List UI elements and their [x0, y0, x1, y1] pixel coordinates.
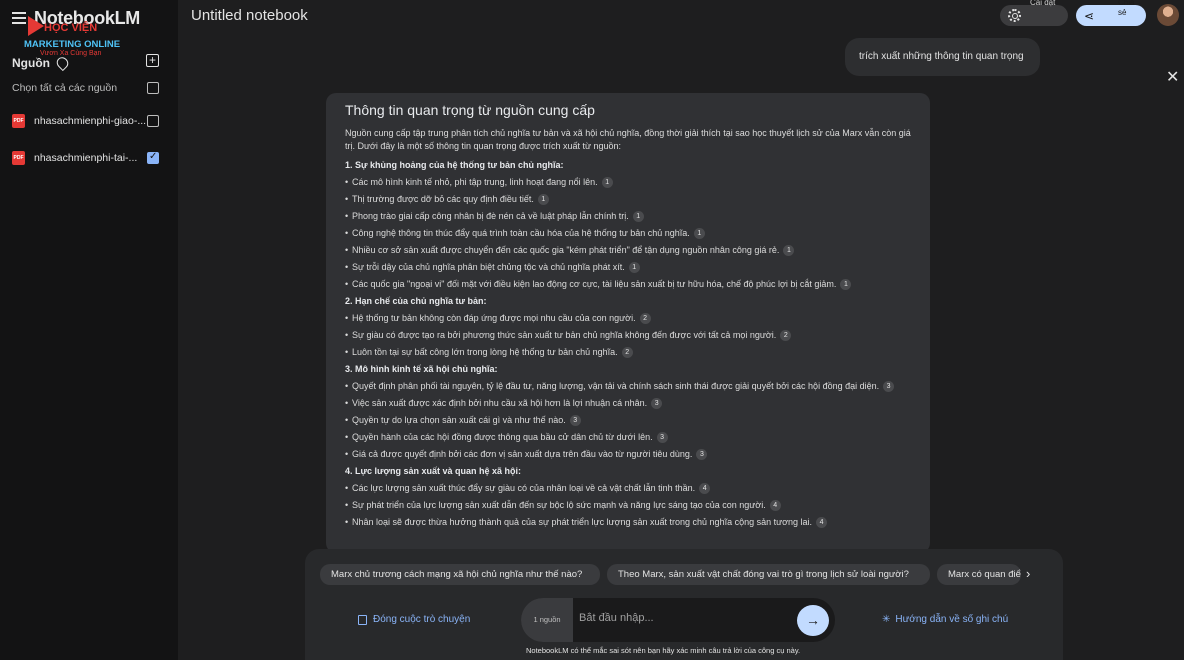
citation-badge[interactable]: 1 — [840, 279, 852, 290]
answer-card: Thông tin quan trọng từ nguồn cung cấp N… — [326, 93, 930, 553]
source-count: 1 nguồn — [521, 598, 573, 642]
section-title: 2. Hạn chế của chủ nghĩa tư bản: — [345, 296, 487, 306]
save-icon — [358, 614, 367, 625]
section-title: 1. Sự khủng hoảng của hệ thống tư bản ch… — [345, 160, 564, 170]
list-item: Việc sản xuất được xác định bởi nhu cầu … — [345, 395, 912, 412]
settings-button[interactable] — [1000, 5, 1068, 26]
citation-badge[interactable]: 4 — [699, 483, 711, 494]
list-item: Quyền hành của các hội đồng được thông q… — [345, 429, 912, 446]
sidebar: NotebookLM HỌC VIỆN MARKETING ONLINE Vươ… — [0, 0, 178, 660]
user-message: trích xuất những thông tin quan trọng — [845, 38, 1040, 76]
play-logo-icon — [28, 16, 44, 36]
answer-title: Thông tin quan trọng từ nguồn cung cấp — [345, 102, 595, 118]
source-checkbox[interactable] — [147, 115, 159, 127]
citation-badge[interactable]: 1 — [632, 211, 644, 222]
sparkle-icon: ✳ — [882, 614, 891, 625]
list-item: Quyết định phân phối tài nguyên, tỷ lệ đ… — [345, 378, 912, 395]
citation-badge[interactable]: 2 — [780, 330, 792, 341]
citation-badge[interactable]: 4 — [769, 500, 781, 511]
citation-badge[interactable]: 4 — [816, 517, 828, 528]
suggestion-chip[interactable]: Marx có quan điểm gì — [937, 564, 1021, 585]
notebook-title[interactable]: Untitled notebook — [191, 7, 308, 24]
source-name: nhasachmienphi-tai-... — [34, 152, 138, 164]
disclaimer: NotebookLM có thể mắc sai sót nên bạn hã… — [526, 646, 801, 655]
citation-badge[interactable]: 1 — [783, 245, 795, 256]
citation-badge[interactable]: 1 — [537, 194, 549, 205]
list-item: Luôn tồn tại sự bất công lớn trong lòng … — [345, 344, 912, 361]
add-source-button[interactable]: + — [146, 54, 159, 67]
notes-guide-label: Hướng dẫn về số ghi chú — [895, 614, 1009, 625]
source-item[interactable]: PDF nhasachmienphi-tai-... — [12, 151, 137, 165]
list-item: Giá cả được quyết định bởi các đơn vị sả… — [345, 446, 912, 463]
list-item: Các mô hình kinh tế nhỏ, phi tập trung, … — [345, 174, 912, 191]
list-item: Sự phát triển của lực lượng sản xuất dẫn… — [345, 497, 912, 514]
sources-heading: Nguồn — [12, 54, 71, 72]
save-chat-label: Đóng cuộc trò chuyện — [373, 614, 471, 625]
chevron-right-icon[interactable]: › — [1026, 566, 1030, 581]
chat-input-box: 1 nguồn → — [521, 598, 835, 642]
list-item: Hệ thống tư bản không còn đáp ứng được m… — [345, 310, 912, 327]
chat-input[interactable] — [579, 612, 789, 624]
logo-line-2: MARKETING ONLINE — [24, 39, 121, 50]
settings-label: Cài đặt — [1030, 0, 1056, 7]
list-item: Nhiều cơ sở sản xuất được chuyển đến các… — [345, 242, 912, 259]
list-item: Thị trường được dỡ bỏ các quy định điều … — [345, 191, 912, 208]
avatar[interactable] — [1157, 4, 1179, 26]
notes-guide-button[interactable]: ✳ Hướng dẫn về số ghi chú — [882, 614, 1008, 625]
list-item: Sự giàu có được tạo ra bởi phương thức s… — [345, 327, 912, 344]
list-item: Quyền tự do lựa chọn sản xuất cái gì và … — [345, 412, 912, 429]
citation-badge[interactable]: 2 — [639, 313, 651, 324]
list-item: Phong trào giai cấp công nhân bị đè nén … — [345, 208, 912, 225]
citation-badge[interactable]: 3 — [651, 398, 663, 409]
citation-badge[interactable]: 3 — [656, 432, 668, 443]
citation-badge[interactable]: 3 — [569, 415, 581, 426]
pdf-icon: PDF — [12, 151, 25, 165]
sources-title: Nguồn — [12, 56, 50, 70]
suggestion-chip[interactable]: Theo Marx, sản xuất vật chất đóng vai tr… — [607, 564, 930, 585]
pdf-icon: PDF — [12, 114, 25, 128]
citation-badge[interactable]: 2 — [621, 347, 633, 358]
section-title: 3. Mô hình kinh tế xã hội chủ nghĩa: — [345, 364, 498, 374]
source-name: nhasachmienphi-giao-... — [34, 115, 147, 127]
list-item: Sự trỗi dậy của chủ nghĩa phân biệt chủn… — [345, 259, 912, 276]
list-item: Nhân loại sẽ được thừa hưởng thành quả c… — [345, 514, 912, 531]
source-item[interactable]: PDF nhasachmienphi-giao-... — [12, 114, 146, 128]
save-chat-button[interactable]: Đóng cuộc trò chuyện — [358, 614, 470, 625]
share-icon: ⋖ — [1084, 9, 1095, 23]
list-item: Các quốc gia "ngoại vi" đối mặt với điều… — [345, 276, 912, 293]
logo-line-1: HỌC VIỆN — [44, 22, 98, 34]
citation-badge[interactable]: 3 — [696, 449, 708, 460]
close-icon[interactable]: ✕ — [1166, 67, 1179, 87]
citation-badge[interactable]: 1 — [628, 262, 640, 273]
list-item: Các lực lượng sản xuất thúc đẩy sự giàu … — [345, 480, 912, 497]
source-checkbox-checked[interactable] — [147, 151, 159, 164]
watermark-logo: HỌC VIỆN MARKETING ONLINE Vươn Xa Cùng B… — [24, 14, 134, 60]
citation-badge[interactable]: 3 — [883, 381, 895, 392]
select-all-label: Chọn tất cả các nguồn — [12, 82, 118, 94]
gear-icon — [1008, 9, 1021, 22]
answer-intro: Nguồn cung cấp tập trung phân tích chủ n… — [345, 128, 911, 151]
select-all-checkbox[interactable] — [147, 82, 159, 94]
citation-badge[interactable]: 1 — [693, 228, 705, 239]
citation-badge[interactable]: 1 — [601, 177, 613, 188]
share-label: Chia sẻ — [1118, 0, 1135, 17]
list-item: Công nghệ thông tin thúc đẩy quá trình t… — [345, 225, 912, 242]
suggestion-chip[interactable]: Marx chủ trương cách mạng xã hội chủ ngh… — [320, 564, 600, 585]
section-title: 4. Lực lượng sản xuất và quan hệ xã hội: — [345, 466, 521, 476]
send-button[interactable]: → — [797, 605, 829, 636]
